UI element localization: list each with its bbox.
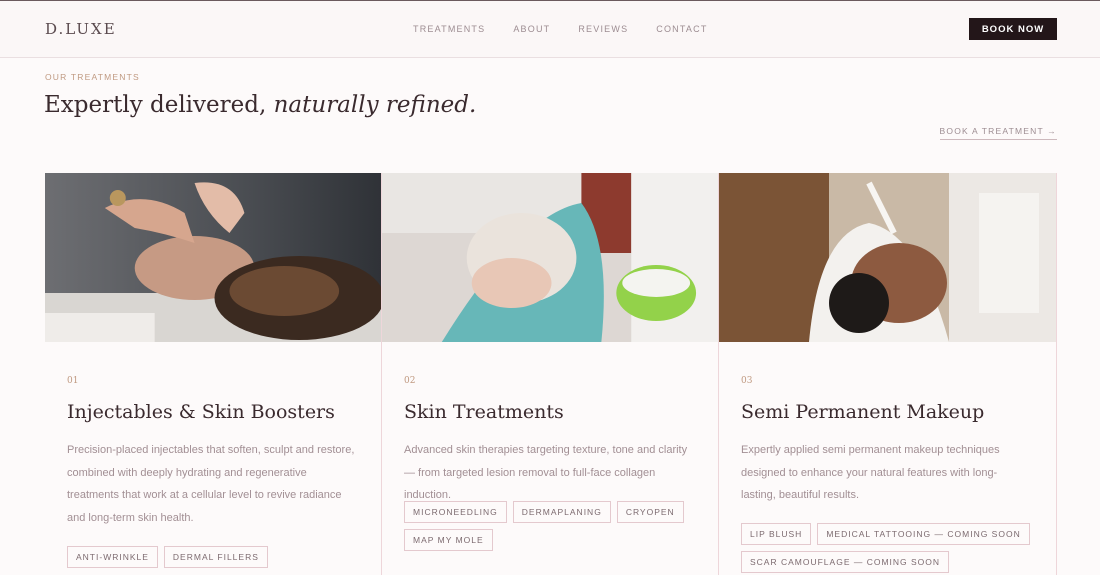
- card-description: Advanced skin therapies targeting textur…: [404, 444, 688, 501]
- main-nav: TREATMENTS ABOUT REVIEWS CONTACT: [413, 24, 736, 34]
- semi-permanent-makeup-photo: [719, 173, 1056, 342]
- card-tags: LIP BLUSH MEDICAL TATTOOING — COMING SOO…: [741, 523, 1041, 573]
- tag-dermaplaning[interactable]: DERMAPLANING: [512, 501, 611, 523]
- injectables-photo: [45, 173, 381, 342]
- tag-anti-wrinkle[interactable]: ANTI-WRINKLE: [67, 546, 158, 568]
- card-tags: ANTI-WRINKLE DERMAL FILLERS: [67, 546, 367, 568]
- card-description: Expertly applied semi permanent makeup t…: [741, 444, 1000, 501]
- book-now-button[interactable]: BOOK NOW: [969, 18, 1057, 40]
- nav-item-about[interactable]: ABOUT: [513, 24, 550, 34]
- skin-treatments-photo: [382, 173, 718, 342]
- card-title: Skin Treatments: [404, 401, 564, 423]
- tag-dermal-fillers[interactable]: DERMAL FILLERS: [163, 546, 268, 568]
- nav-item-contact[interactable]: CONTACT: [656, 24, 707, 34]
- treatment-card-spmu[interactable]: 03 Semi Permanent Makeup Expertly applie…: [719, 173, 1057, 575]
- brand-logo[interactable]: D.LUXE: [45, 20, 117, 38]
- card-title: Injectables & Skin Boosters: [67, 401, 335, 423]
- card-number: 02: [404, 376, 416, 386]
- book-treatment-link[interactable]: BOOK A TREATMENT →: [939, 126, 1057, 140]
- treatment-card-skin[interactable]: 02 Skin Treatments Advanced skin therapi…: [382, 173, 719, 575]
- card-tags: MICRONEEDLING DERMAPLANING CRYOPEN MAP M…: [404, 501, 704, 551]
- tag-map-my-mole[interactable]: MAP MY MOLE: [404, 529, 493, 551]
- tag-scar-camouflage[interactable]: SCAR CAMOUFLAGE — COMING SOON: [741, 551, 950, 573]
- tag-microneedling[interactable]: MICRONEEDLING: [404, 501, 507, 523]
- headline-italic: naturally refined.: [273, 92, 477, 118]
- treatment-card-injectables[interactable]: 01 Injectables & Skin Boosters Precision…: [45, 173, 382, 575]
- tag-cryopen[interactable]: CRYOPEN: [616, 501, 684, 523]
- card-number: 03: [741, 376, 753, 386]
- tag-medical-tattooing[interactable]: MEDICAL TATTOOING — COMING SOON: [817, 523, 1030, 545]
- nav-item-treatments[interactable]: TREATMENTS: [413, 24, 485, 34]
- treatment-cards: 01 Injectables & Skin Boosters Precision…: [45, 173, 1057, 575]
- section-headline: Expertly delivered, naturally refined.: [44, 92, 476, 118]
- card-description: Precision-placed injectables that soften…: [67, 444, 355, 524]
- card-title: Semi Permanent Makeup: [741, 401, 985, 423]
- nav-item-reviews[interactable]: REVIEWS: [578, 24, 628, 34]
- section-eyebrow: OUR TREATMENTS: [45, 72, 140, 82]
- card-number: 01: [67, 376, 79, 386]
- site-header: D.LUXE TREATMENTS ABOUT REVIEWS CONTACT …: [0, 1, 1100, 58]
- tag-lip-blush[interactable]: LIP BLUSH: [741, 523, 812, 545]
- headline-plain: Expertly delivered,: [44, 92, 267, 118]
